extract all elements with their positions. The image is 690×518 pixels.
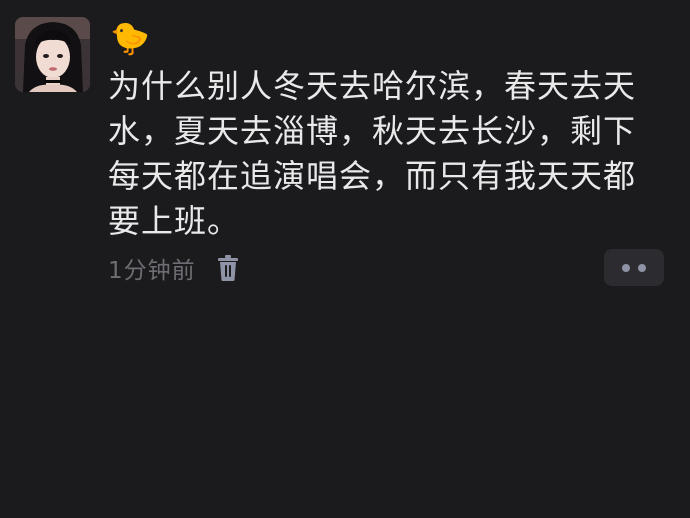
timestamp: 1分钟前 [108,258,196,284]
more-dots-icon [638,263,646,272]
more-dots-icon [622,263,630,272]
avatar[interactable] [15,17,90,92]
user-nickname[interactable]: 🐤 [110,20,150,56]
trash-icon[interactable] [216,254,240,282]
comment-text: 为什么别人冬天去哈尔滨，春天去天水，夏天去淄博，秋天去长沙，剩下每天都在追演唱会… [108,67,637,240]
more-options-button[interactable] [604,249,664,286]
avatar-image [15,17,90,92]
comment-meta: 1分钟前 [108,252,240,284]
comment-item: 🐤 为什么别人冬天去哈尔滨，春天去天水，夏天去淄博，秋天去长沙，剩下每天都在追演… [0,0,690,518]
